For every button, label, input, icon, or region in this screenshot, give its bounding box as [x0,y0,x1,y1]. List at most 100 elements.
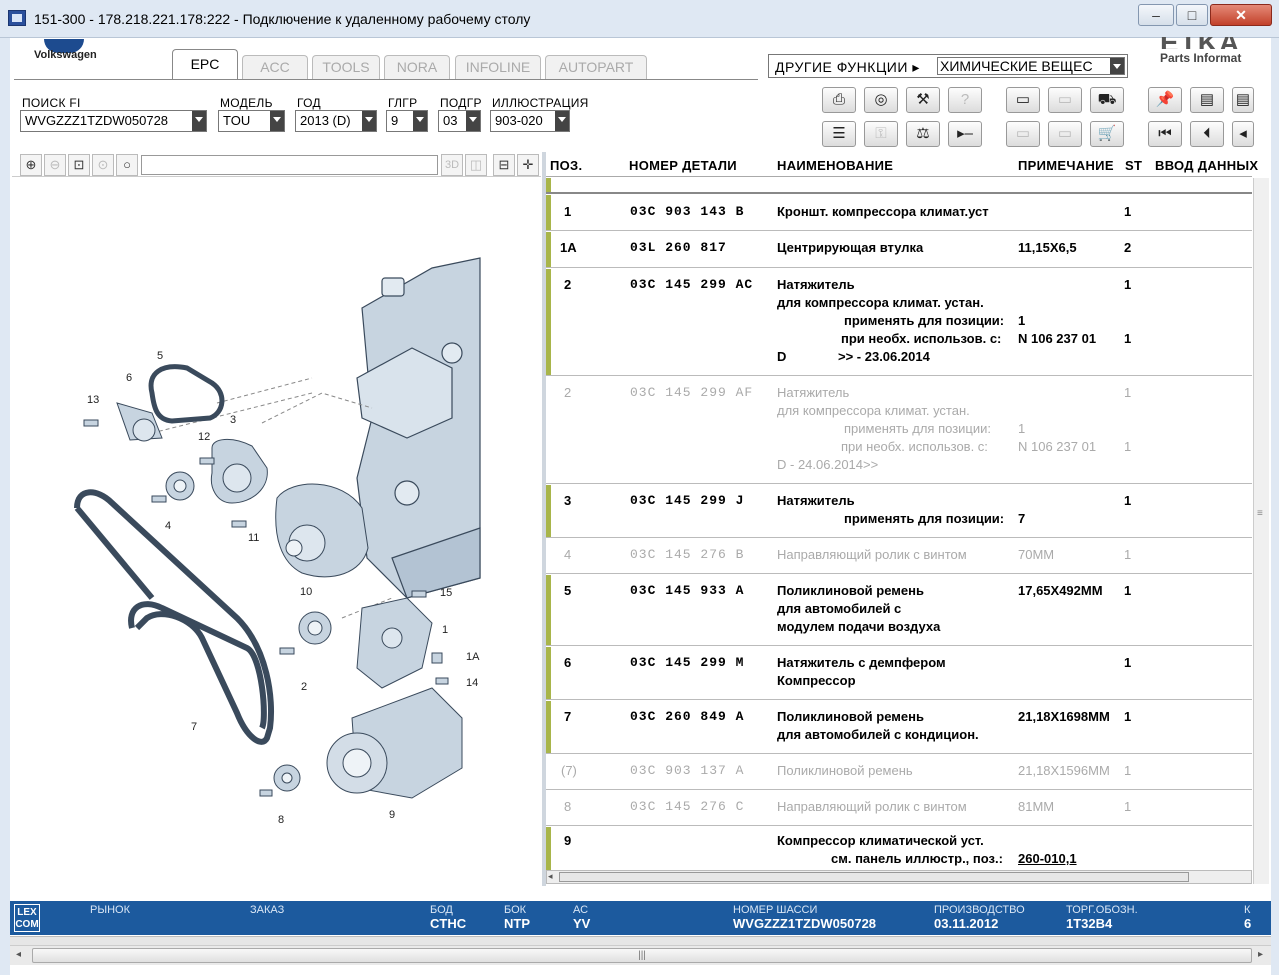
play-button[interactable]: ▸– [948,121,982,147]
subgroup-select[interactable]: 03 [438,110,481,132]
tab-autopart[interactable]: AUTOPART [545,55,647,79]
list-button[interactable]: ☰ [822,121,856,147]
illustration-link[interactable]: 260-010,1 [1018,851,1077,866]
illustration-search-input[interactable] [141,155,438,175]
scale-button[interactable]: ⚖ [906,121,940,147]
table-row[interactable]: 6 03C 145 299 M Натяжитель с демпфером К… [546,647,1252,700]
callout-1[interactable]: 1 [442,624,448,636]
model-label: МОДЕЛЬ [220,96,273,110]
elsa-button[interactable]: ▭ [1006,87,1040,113]
depot-button[interactable]: ▭ [1048,87,1082,113]
window-vertical-scrollbar[interactable]: ≡ [1253,178,1269,884]
scroll-thumb[interactable] [559,872,1189,882]
back-button[interactable]: ◂ [1232,121,1254,147]
close-button[interactable]: ✕ [1210,4,1272,26]
callout-3[interactable]: 3 [230,414,236,426]
year-select[interactable]: 2013 (D) [295,110,377,132]
crosshair-button[interactable]: ✛ [517,154,539,176]
hotspot-button[interactable]: ◫ [465,154,487,176]
callout-1a[interactable]: 1A [466,651,480,663]
catalog-button[interactable]: ◎ [864,87,898,113]
cart-button[interactable]: 🛒 [1090,121,1124,147]
key-button[interactable]: ⚿ [864,121,898,147]
table-row[interactable]: (7) 03C 903 137 A Поликлиновой ремень 21… [546,755,1252,790]
scroll-left-arrow-icon[interactable]: ◂ [16,949,21,960]
table-row[interactable]: 4 03C 145 276 B Направляющий ролик с вин… [546,539,1252,574]
book-button[interactable]: ▤ [1190,87,1224,113]
tab-epc[interactable]: EPC [172,49,238,80]
magnifier-button[interactable]: ○ [116,154,138,176]
window-scroll-thumb[interactable]: ||| [32,948,1252,963]
stock-button[interactable]: ▭ [1048,121,1082,147]
scroll-left-icon[interactable]: ◂ [548,871,553,882]
zoom-out-button[interactable]: ⊖ [44,154,66,176]
tab-nora[interactable]: NORA [384,55,450,79]
zoom-fit-button[interactable]: ⊡ [68,154,90,176]
tab-infoline[interactable]: INFOLINE [455,55,541,79]
callout-12[interactable]: 12 [198,431,210,443]
row-marker [546,195,551,230]
search-fi-select[interactable]: WVGZZZ1TZDW050728 [20,110,207,132]
table-row[interactable]: 9 Компрессор климатической уст. см. пане… [546,827,1252,870]
zoom-in-button[interactable]: ⊕ [20,154,42,176]
pin-button[interactable]: 📌 [1148,87,1182,113]
callout-13[interactable]: 13 [87,394,99,406]
row-marker [546,232,551,267]
col-note[interactable]: ПРИМЕЧАНИЕ [1018,158,1114,173]
scroll-right-arrow-icon[interactable]: ▸ [1258,949,1263,960]
table-row[interactable]: 7 03C 260 849 A Поликлиновой ремень для … [546,701,1252,754]
table-row[interactable]: 8 03C 145 276 C Направляющий ролик с вин… [546,791,1252,826]
col-pos[interactable]: ПОЗ. [550,158,582,173]
cart-transfer-button[interactable]: ⛟ [1090,87,1124,113]
help-button[interactable]: ? [948,87,982,113]
compare-button[interactable]: ▭ [1006,121,1040,147]
col-input[interactable]: ВВОД ДАННЫХ [1155,158,1258,173]
3d-button[interactable]: 3D [441,154,463,176]
illustration-select[interactable]: 903-020 [490,110,570,132]
zoom-fit-icon: ⊡ [73,157,85,172]
table-row[interactable]: 1 03C 903 143 B Кроншт. компрессора клим… [546,195,1252,231]
col-st[interactable]: ST [1125,158,1142,173]
table-horizontal-scrollbar[interactable]: ◂ [546,870,1252,884]
model-select[interactable]: TOU [218,110,285,132]
parts-illustration[interactable]: 5 6 13 3 12 4 11 10 15 1 1A 14 2 7 8 9 [12,178,542,898]
row-part-number: 03C 145 276 C [630,799,745,814]
callout-5[interactable]: 5 [157,350,163,362]
col-name[interactable]: НАИМЕНОВАНИЕ [777,158,893,173]
table-row[interactable]: 1A 03L 260 817 Центрирующая втулка 11,15… [546,232,1252,268]
table-row[interactable]: 2 03C 145 299 AF Натяжитель для компресс… [546,377,1252,484]
zoom-100-button[interactable]: ⊙ [92,154,114,176]
callout-8[interactable]: 8 [278,814,284,826]
split-view-button[interactable]: ⊟ [493,154,515,176]
tab-tools[interactable]: TOOLS [312,55,380,79]
table-row[interactable]: 2 03C 145 299 AC Натяжитель для компресс… [546,269,1252,376]
callout-11[interactable]: 11 [248,532,259,544]
table-row[interactable]: 5 03C 145 933 A Поликлиновой ремень для … [546,575,1252,646]
etka-subtitle: Parts Informat [1160,51,1242,65]
book-icon: ▤ [1199,91,1215,108]
compare-icon: ▭ [1015,125,1031,142]
previous-button[interactable]: ⏴ [1190,121,1224,147]
notes-button[interactable]: ▤ [1232,87,1254,113]
callout-10[interactable]: 10 [300,586,312,598]
callout-4[interactable]: 4 [165,520,171,532]
callout-15[interactable]: 15 [440,587,452,599]
callout-9[interactable]: 9 [389,809,395,821]
tools-button[interactable]: ⚒ [906,87,940,113]
callout-7[interactable]: 7 [191,721,197,733]
maximize-button[interactable]: □ [1176,4,1208,26]
tab-acc[interactable]: ACC [242,55,308,79]
window-horizontal-scrollbar[interactable]: ◂ ||| ▸ [10,945,1271,965]
previous-icon: ⏴ [1203,125,1211,142]
minimize-button[interactable]: – [1138,4,1174,26]
col-part-number[interactable]: НОМЕР ДЕТАЛИ [629,158,737,173]
dropdown-arrow-icon [192,111,206,131]
callout-6[interactable]: 6 [126,372,132,384]
table-row[interactable]: 3 03C 145 299 J Натяжитель применять для… [546,485,1252,538]
first-button[interactable]: ⏮ [1148,121,1182,147]
other-functions-select[interactable]: ХИМИЧЕСКИЕ ВЕЩЕС [937,57,1125,75]
main-group-select[interactable]: 9 [386,110,428,132]
print-button[interactable]: ⎙ [822,87,856,113]
callout-14[interactable]: 14 [466,677,478,689]
callout-2[interactable]: 2 [301,681,307,693]
